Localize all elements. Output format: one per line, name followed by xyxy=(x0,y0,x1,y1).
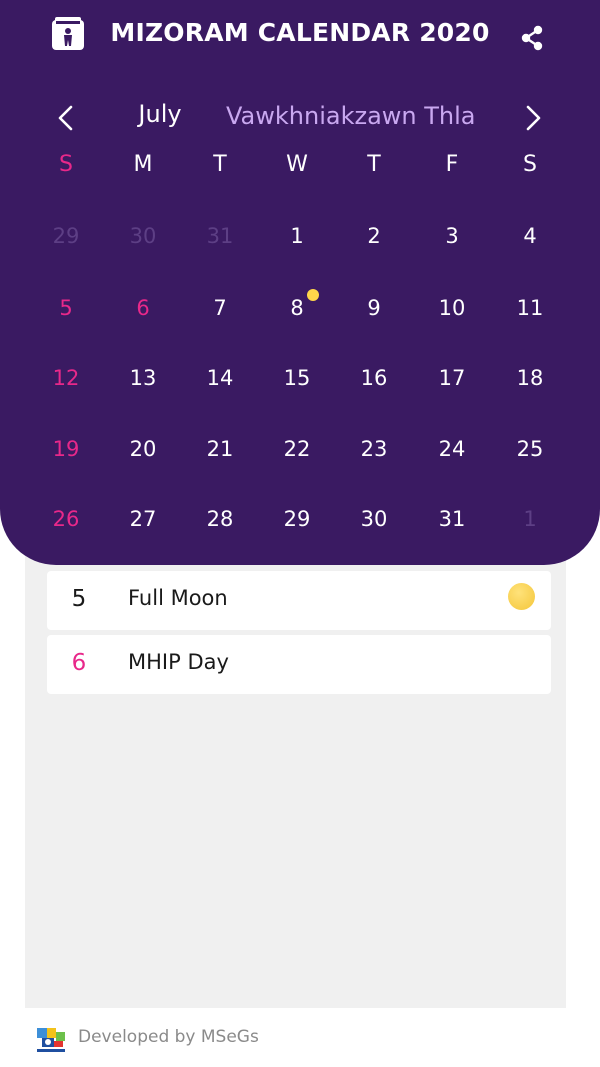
day-cell-prev-month[interactable]: 30 xyxy=(113,216,173,256)
day-cell[interactable]: 22 xyxy=(267,429,327,469)
day-cell[interactable]: 27 xyxy=(113,499,173,539)
day-cell-prev-month[interactable]: 31 xyxy=(190,216,250,256)
event-card[interactable]: 5 Full Moon xyxy=(47,571,551,630)
share-icon[interactable] xyxy=(519,24,545,52)
day-cell[interactable]: 13 xyxy=(113,358,173,398)
event-name: Full Moon xyxy=(128,586,228,610)
month-name-english: July xyxy=(138,100,182,128)
full-moon-icon xyxy=(508,583,535,610)
day-cell[interactable]: 7 xyxy=(190,288,250,328)
day-cell[interactable]: 15 xyxy=(267,358,327,398)
weekday-friday: F xyxy=(445,152,459,177)
day-cell[interactable]: 28 xyxy=(190,499,250,539)
day-cell[interactable]: 11 xyxy=(500,288,560,328)
weekday-saturday: S xyxy=(523,152,537,177)
day-cell-sunday[interactable]: 19 xyxy=(36,429,96,469)
day-cell-sunday[interactable]: 12 xyxy=(36,358,96,398)
full-moon-marker xyxy=(307,289,319,301)
chevron-left-icon[interactable] xyxy=(51,102,81,134)
chevron-right-icon[interactable] xyxy=(518,102,548,134)
day-cell[interactable]: 29 xyxy=(267,499,327,539)
weekday-thursday: T xyxy=(367,152,381,177)
day-cell-next-month[interactable]: 1 xyxy=(500,499,560,539)
day-cell[interactable]: 20 xyxy=(113,429,173,469)
day-cell[interactable]: 10 xyxy=(422,288,482,328)
day-cell[interactable]: 21 xyxy=(190,429,250,469)
day-cell-holiday[interactable]: 6 xyxy=(113,288,173,328)
day-cell-sunday[interactable]: 26 xyxy=(36,499,96,539)
developer-credit: Developed by MSeGs xyxy=(78,1027,259,1047)
event-name: MHIP Day xyxy=(128,650,229,674)
day-cell[interactable]: 23 xyxy=(344,429,404,469)
day-cell[interactable]: 1 xyxy=(267,216,327,256)
day-cell[interactable]: 2 xyxy=(344,216,404,256)
month-name-mizo: Vawkhniakzawn Thla xyxy=(226,102,476,130)
event-day: 6 xyxy=(71,650,87,676)
day-cell[interactable]: 3 xyxy=(422,216,482,256)
weekday-monday: M xyxy=(133,152,153,177)
weekday-tuesday: T xyxy=(213,152,227,177)
weekday-sunday: S xyxy=(59,152,73,177)
day-cell[interactable]: 24 xyxy=(422,429,482,469)
day-cell[interactable]: 18 xyxy=(500,358,560,398)
event-card[interactable]: 6 MHIP Day xyxy=(47,635,551,694)
app-title: MIZORAM CALENDAR 2020 xyxy=(110,18,490,47)
day-cell[interactable]: 4 xyxy=(500,216,560,256)
day-cell[interactable]: 16 xyxy=(344,358,404,398)
day-cell[interactable]: 30 xyxy=(344,499,404,539)
day-cell[interactable]: 25 xyxy=(500,429,560,469)
msegs-logo xyxy=(37,1028,65,1052)
day-cell[interactable]: 31 xyxy=(422,499,482,539)
weekday-wednesday: W xyxy=(286,152,308,177)
event-day: 5 xyxy=(71,586,87,612)
day-cell[interactable]: 14 xyxy=(190,358,250,398)
day-cell-prev-month[interactable]: 29 xyxy=(36,216,96,256)
day-cell[interactable]: 9 xyxy=(344,288,404,328)
calendar-header: MIZORAM CALENDAR 2020 July Vawkhniakzawn… xyxy=(0,0,600,565)
day-cell[interactable]: 17 xyxy=(422,358,482,398)
day-cell-sunday[interactable]: 5 xyxy=(36,288,96,328)
